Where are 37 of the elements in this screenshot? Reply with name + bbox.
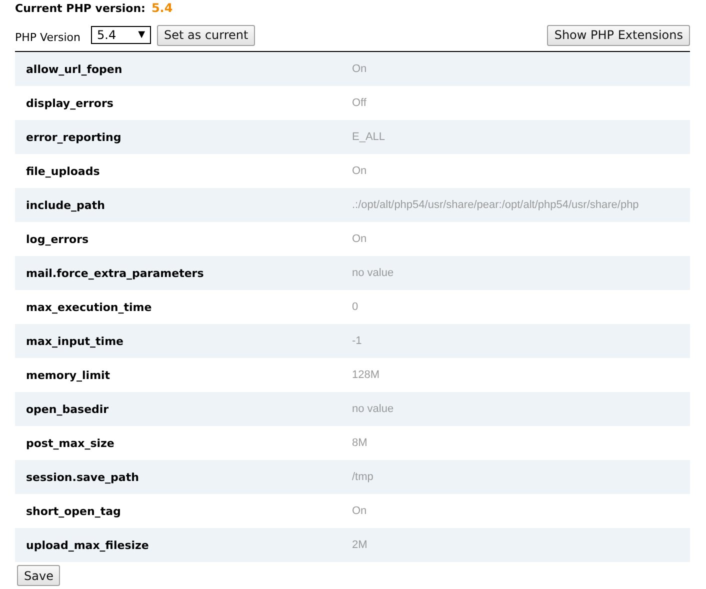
current-version-value: 5.4 [151, 1, 173, 15]
option-value: 2M [352, 539, 368, 551]
show-php-extensions-button[interactable]: Show PHP Extensions [547, 24, 690, 46]
php-version-dropdown[interactable]: 5.4 ▼ [91, 26, 151, 44]
option-value: On [352, 165, 367, 177]
option-name: session.save_path [25, 470, 140, 484]
option-value: 0 [352, 301, 358, 313]
option-value: Off [352, 97, 366, 109]
option-name: upload_max_filesize [25, 538, 150, 552]
option-value: On [352, 233, 367, 245]
option-value: -1 [352, 335, 362, 347]
option-value: E_ALL [352, 131, 386, 143]
current-version-label: Current PHP version: [15, 2, 146, 15]
option-value: .:/opt/alt/php54/usr/share/pear:/opt/alt/php54/usr/share/php [352, 199, 639, 211]
option-value: /tmp [352, 471, 374, 483]
option-name: max_execution_time [25, 300, 153, 314]
option-value: no value [352, 403, 394, 415]
option-value: On [352, 505, 367, 517]
option-name: display_errors [25, 96, 114, 110]
option-name: log_errors [25, 232, 90, 246]
option-value: 8M [352, 437, 368, 449]
option-value: On [352, 63, 367, 75]
option-name: short_open_tag [25, 504, 122, 518]
option-value: 128M [352, 369, 380, 381]
option-name: mail.force_extra_parameters [25, 266, 205, 280]
option-name: max_input_time [25, 334, 124, 348]
save-button[interactable]: Save [17, 565, 60, 586]
option-name: file_uploads [25, 164, 101, 178]
option-value: no value [352, 267, 394, 279]
option-name: error_reporting [25, 130, 122, 144]
option-name: include_path [25, 198, 106, 212]
option-name: post_max_size [25, 436, 116, 450]
option-name: allow_url_fopen [25, 62, 124, 76]
option-name: memory_limit [25, 368, 112, 382]
option-name: open_basedir [25, 402, 110, 416]
set-as-current-button[interactable]: Set as current [157, 24, 256, 46]
php-version-label: PHP Version [15, 30, 82, 44]
